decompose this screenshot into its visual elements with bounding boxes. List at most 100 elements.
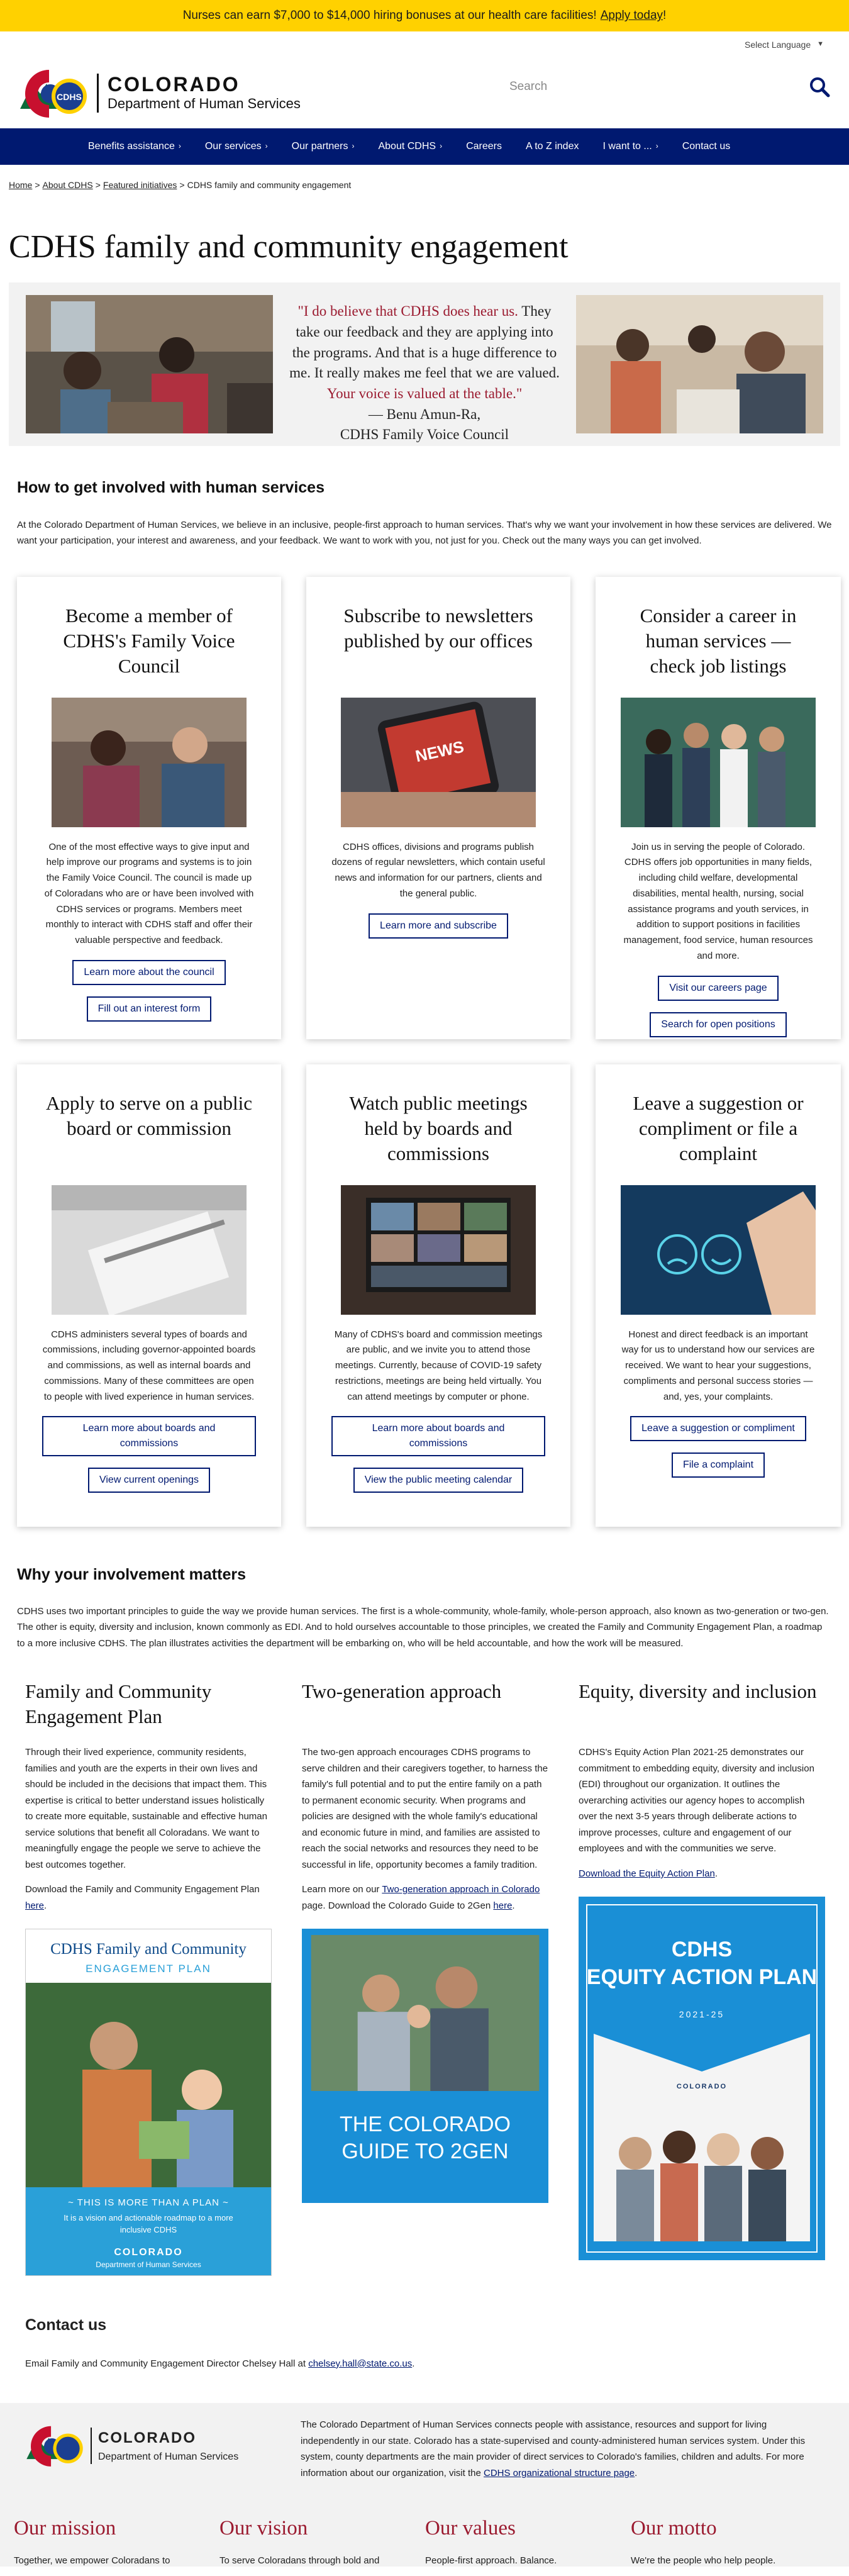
- open-positions-button[interactable]: Search for open positions: [650, 1012, 787, 1037]
- search-icon[interactable]: [809, 76, 830, 98]
- nav-item-label: Our partners: [291, 141, 348, 152]
- virtual-meeting-photo: [341, 1185, 536, 1315]
- nav-item-label: Careers: [466, 141, 502, 152]
- nav-item-our-services[interactable]: Our services ›: [205, 139, 268, 153]
- mission-vision-values: Our mission Together, we empower Colorada…: [0, 2514, 849, 2568]
- newsletter-phone-photo: NEWS: [341, 697, 536, 827]
- nav-item-label: About CDHS: [378, 141, 436, 152]
- mission-block: Our mission Together, we empower Colorada…: [14, 2514, 219, 2568]
- nav-item-our-partners[interactable]: Our partners ›: [292, 139, 355, 153]
- card-title: Subscribe to newsletters published by ou…: [343, 604, 533, 652]
- principles-columns: Family and Community Engagement Plan Thr…: [25, 1679, 825, 2277]
- council-photo: [52, 697, 247, 827]
- current-openings-button[interactable]: View current openings: [87, 1468, 211, 1493]
- chevron-right-icon: ›: [265, 142, 268, 151]
- nav-item-about-cdhs[interactable]: About CDHS ›: [378, 139, 442, 153]
- search-input[interactable]: Search: [503, 78, 809, 96]
- language-selector[interactable]: Select Language ▼: [0, 31, 849, 58]
- poster-brand: COLORADO: [114, 2246, 183, 2258]
- column-text: Through their lived experience, communit…: [25, 1747, 267, 1870]
- col-two-gen: Two-generation approach The two-gen appr…: [302, 1679, 548, 2276]
- footer-logo-dept: Department of Human Services: [98, 2451, 239, 2463]
- card-text: One of the most effective ways to give i…: [44, 841, 254, 946]
- nav-item-a-to-z-index[interactable]: A to Z index: [526, 139, 579, 153]
- meeting-photo-left: [26, 295, 273, 434]
- get-involved-intro: At the Colorado Department of Human Serv…: [17, 519, 832, 547]
- col-engagement-plan: Family and Community Engagement Plan Thr…: [25, 1679, 272, 2277]
- suggestion-button[interactable]: Leave a suggestion or compliment: [630, 1416, 806, 1442]
- mvv-heading: Our values: [425, 2517, 516, 2540]
- mvv-text: We're the people who help people.: [631, 2555, 776, 2567]
- column-link-mid: page. Download the Colorado Guide to 2Ge…: [302, 1900, 491, 1911]
- nav-item-label: Our services: [204, 141, 262, 152]
- contact-email-link[interactable]: chelsey.hall@state.co.us: [308, 2358, 412, 2369]
- site-header: CDHS COLORADO Department of Human Servic…: [0, 58, 849, 128]
- engagement-plan-poster[interactable]: CDHS Family and Community ENGAGEMENT PLA…: [25, 1929, 272, 2277]
- page-title: CDHS family and community engagement: [9, 229, 569, 265]
- column-text: CDHS's Equity Action Plan 2021-25 demons…: [579, 1747, 814, 1854]
- column-title: Equity, diversity and inclusion: [579, 1680, 817, 1703]
- complaint-button[interactable]: File a complaint: [671, 1452, 765, 1478]
- card-text: CDHS administers several types of boards…: [42, 1329, 256, 1402]
- nav-item-benefits-assistance[interactable]: Benefits assistance ›: [88, 139, 181, 153]
- learn-more-boards-button[interactable]: Learn more about boards and commissions: [42, 1416, 256, 1457]
- interest-form-button[interactable]: Fill out an interest form: [86, 996, 212, 1022]
- card-title: Apply to serve on a public board or comm…: [45, 1091, 252, 1140]
- footer-logo[interactable]: COLORADO Department of Human Services: [25, 2422, 238, 2470]
- poster-subtitle: ENGAGEMENT PLAN: [86, 1962, 211, 1975]
- site-logo[interactable]: CDHS COLORADO Department of Human Servic…: [19, 65, 301, 121]
- hero-quote-banner: "I do believe that CDHS does hear us. Th…: [9, 282, 840, 447]
- family-photo: [26, 1983, 271, 2191]
- edi-poster-brand: COLORADO: [676, 2083, 728, 2091]
- engagement-plan-link[interactable]: here: [25, 1900, 44, 1911]
- chevron-right-icon: ›: [440, 142, 443, 151]
- edi-poster-photo: [594, 2034, 810, 2242]
- mvv-text: People-first approach. Balance.: [425, 2555, 557, 2567]
- org-structure-link[interactable]: CDHS organizational structure page: [484, 2468, 635, 2478]
- site-footer: COLORADO Department of Human Services Th…: [0, 2403, 849, 2567]
- equity-plan-link[interactable]: Download the Equity Action Plan: [579, 1868, 715, 1879]
- nav-item-label: Benefits assistance: [88, 141, 175, 152]
- mvv-heading: Our motto: [631, 2517, 717, 2540]
- contact-text: Email Family and Community Engagement Di…: [25, 2357, 849, 2371]
- logo-dept-text: Department of Human Services: [108, 96, 301, 112]
- breadcrumb-current: CDHS family and community engagement: [187, 180, 352, 190]
- breadcrumb: Home > About CDHS > Featured initiatives > CDH…: [9, 180, 352, 190]
- nav-item-contact-us[interactable]: Contact us: [682, 139, 730, 153]
- contact-tail: .: [412, 2358, 415, 2369]
- column-link-pre: Download the Family and Community Engage…: [25, 1884, 260, 1895]
- quote-close: Your voice is valued at the table.": [326, 386, 523, 402]
- card-text: Join us in serving the people of Colorad…: [623, 841, 813, 961]
- subscribe-button[interactable]: Learn more and subscribe: [369, 913, 508, 939]
- careers-page-button[interactable]: Visit our careers page: [658, 975, 779, 1001]
- two-gen-poster-title: THE COLORADO GUIDE TO 2GEN: [339, 2112, 511, 2163]
- card-feedback: Leave a suggestion or compliment or file…: [596, 1064, 841, 1527]
- card-title: Become a member of CDHS's Family Voice C…: [63, 604, 235, 677]
- card-newsletters: Subscribe to newsletters published by ou…: [306, 576, 570, 1039]
- learn-more-council-button[interactable]: Learn more about the council: [72, 959, 226, 985]
- column-text: The two-gen approach encourages CDHS pro…: [302, 1747, 548, 1870]
- equity-plan-poster[interactable]: CDHS EQUITY ACTION PLAN 2021-25 COLORADO: [579, 1897, 825, 2261]
- breadcrumb-about[interactable]: About CDHS: [43, 180, 93, 190]
- nav-item-label: Contact us: [682, 141, 731, 152]
- contact-label: Email Family and Community Engagement Di…: [25, 2358, 306, 2369]
- motto-block: Our motto We're the people who help peopl…: [631, 2514, 836, 2568]
- vision-block: Our vision To serve Coloradans through bo…: [219, 2514, 425, 2568]
- breadcrumb-featured[interactable]: Featured initiatives: [103, 180, 177, 190]
- breadcrumb-home[interactable]: Home: [9, 180, 32, 190]
- apply-today-link[interactable]: Apply today: [601, 7, 663, 25]
- meeting-photo-right: [576, 295, 823, 434]
- meeting-calendar-button[interactable]: View the public meeting calendar: [353, 1468, 524, 1493]
- two-gen-guide-link[interactable]: here: [493, 1900, 512, 1911]
- card-careers: Consider a career in human services — ch…: [596, 576, 841, 1039]
- footer-about-tail: .: [635, 2467, 638, 2478]
- feedback-smiley-photo: [621, 1185, 816, 1315]
- learn-more-boards-button[interactable]: Learn more about boards and commissions: [331, 1416, 545, 1457]
- main-nav: Benefits assistance › Our services › Our par…: [0, 128, 849, 165]
- poster-tagline-2: It is a vision and actionable roadmap to…: [64, 2213, 233, 2235]
- two-gen-guide-poster[interactable]: THE COLORADO GUIDE TO 2GEN: [302, 1929, 548, 2204]
- svg-text:CDHS: CDHS: [57, 92, 82, 102]
- nav-item-i-want-to[interactable]: I want to ... ›: [602, 139, 658, 153]
- nav-item-careers[interactable]: Careers: [466, 139, 502, 153]
- two-gen-page-link[interactable]: Two-generation approach in Colorado: [382, 1884, 540, 1895]
